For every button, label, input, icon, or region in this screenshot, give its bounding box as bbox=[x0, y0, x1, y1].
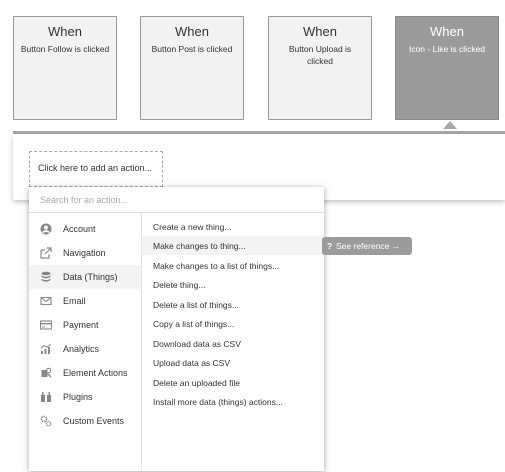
category-label: Email bbox=[63, 296, 86, 306]
help-icon: ? bbox=[327, 241, 333, 251]
category-analytics[interactable]: Analytics bbox=[29, 337, 141, 361]
plugins-icon bbox=[41, 392, 51, 402]
event-when-label: When bbox=[48, 24, 82, 39]
category-custom-events[interactable]: Custom Events bbox=[29, 409, 141, 433]
email-icon bbox=[40, 296, 52, 306]
action-item[interactable]: Copy a list of things... bbox=[142, 314, 324, 333]
event-card-button-post[interactable]: When Button Post is clicked bbox=[140, 16, 244, 120]
event-card-button-upload[interactable]: When Button Upload is clicked bbox=[268, 16, 372, 120]
category-list: Account Navigation Data (Things) Email P… bbox=[29, 213, 142, 471]
event-card-icon-like[interactable]: When Icon - Like is clicked bbox=[395, 16, 499, 120]
payment-icon bbox=[40, 320, 52, 330]
action-item[interactable]: Delete thing... bbox=[142, 275, 324, 294]
category-data-things[interactable]: Data (Things) bbox=[29, 265, 141, 289]
action-label: Make changes to a list of things... bbox=[153, 261, 280, 271]
see-reference-label: See reference → bbox=[336, 241, 401, 251]
category-label: Navigation bbox=[63, 248, 106, 258]
action-label: Create a new thing... bbox=[153, 222, 232, 232]
action-label: Delete a list of things... bbox=[153, 300, 239, 310]
action-label: Upload data as CSV bbox=[153, 358, 231, 368]
action-label: Download data as CSV bbox=[153, 339, 241, 349]
category-navigation[interactable]: Navigation bbox=[29, 241, 141, 265]
action-item[interactable]: Install more data (things) actions... bbox=[142, 392, 324, 411]
category-plugins[interactable]: Plugins bbox=[29, 385, 141, 409]
action-item[interactable]: Upload data as CSV bbox=[142, 353, 324, 372]
category-label: Analytics bbox=[63, 344, 100, 354]
action-search-input[interactable] bbox=[29, 187, 324, 213]
category-label: Payment bbox=[63, 320, 99, 330]
action-item[interactable]: Create a new thing... bbox=[142, 217, 324, 236]
action-label: Install more data (things) actions... bbox=[153, 397, 283, 407]
category-label: Element Actions bbox=[63, 368, 128, 378]
custom-events-icon bbox=[40, 415, 52, 427]
action-item[interactable]: Make changes to thing... bbox=[142, 236, 324, 255]
category-label: Custom Events bbox=[63, 416, 125, 426]
category-label: Account bbox=[63, 224, 96, 234]
database-icon bbox=[41, 271, 51, 282]
event-when-label: When bbox=[175, 24, 209, 39]
category-payment[interactable]: Payment bbox=[29, 313, 141, 337]
event-description: Button Upload is clicked bbox=[288, 44, 352, 66]
action-item[interactable]: Download data as CSV bbox=[142, 334, 324, 353]
category-element-actions[interactable]: Element Actions bbox=[29, 361, 141, 385]
category-account[interactable]: Account bbox=[29, 217, 141, 241]
action-label: Delete thing... bbox=[153, 280, 206, 290]
event-description: Button Post is clicked bbox=[151, 44, 233, 54]
action-item[interactable]: Make changes to a list of things... bbox=[142, 256, 324, 275]
event-description: Icon - Like is clicked bbox=[408, 44, 486, 54]
add-action-button[interactable]: Click here to add an action... bbox=[29, 151, 163, 187]
active-event-pointer bbox=[443, 121, 457, 129]
action-label: Delete an uploaded file bbox=[153, 378, 240, 388]
category-email[interactable]: Email bbox=[29, 289, 141, 313]
action-list: Create a new thing... Make changes to th… bbox=[142, 213, 324, 471]
action-label: Make changes to thing... bbox=[153, 241, 246, 251]
event-card-button-follow[interactable]: When Button Follow is clicked bbox=[13, 16, 117, 120]
event-description: Button Follow is clicked bbox=[20, 44, 110, 54]
action-item[interactable]: Delete a list of things... bbox=[142, 295, 324, 314]
element-actions-icon bbox=[41, 367, 52, 378]
event-when-label: When bbox=[303, 24, 337, 39]
user-icon bbox=[40, 223, 52, 235]
action-item[interactable]: Delete an uploaded file bbox=[142, 373, 324, 392]
action-dropdown: Account Navigation Data (Things) Email bbox=[29, 187, 324, 471]
navigation-icon bbox=[40, 247, 52, 259]
analytics-icon bbox=[40, 343, 52, 354]
action-label: Copy a list of things... bbox=[153, 319, 235, 329]
category-label: Plugins bbox=[63, 392, 93, 402]
see-reference-tooltip[interactable]: ? See reference → bbox=[322, 237, 412, 255]
event-when-label: When bbox=[430, 24, 464, 39]
category-label: Data (Things) bbox=[63, 272, 118, 282]
